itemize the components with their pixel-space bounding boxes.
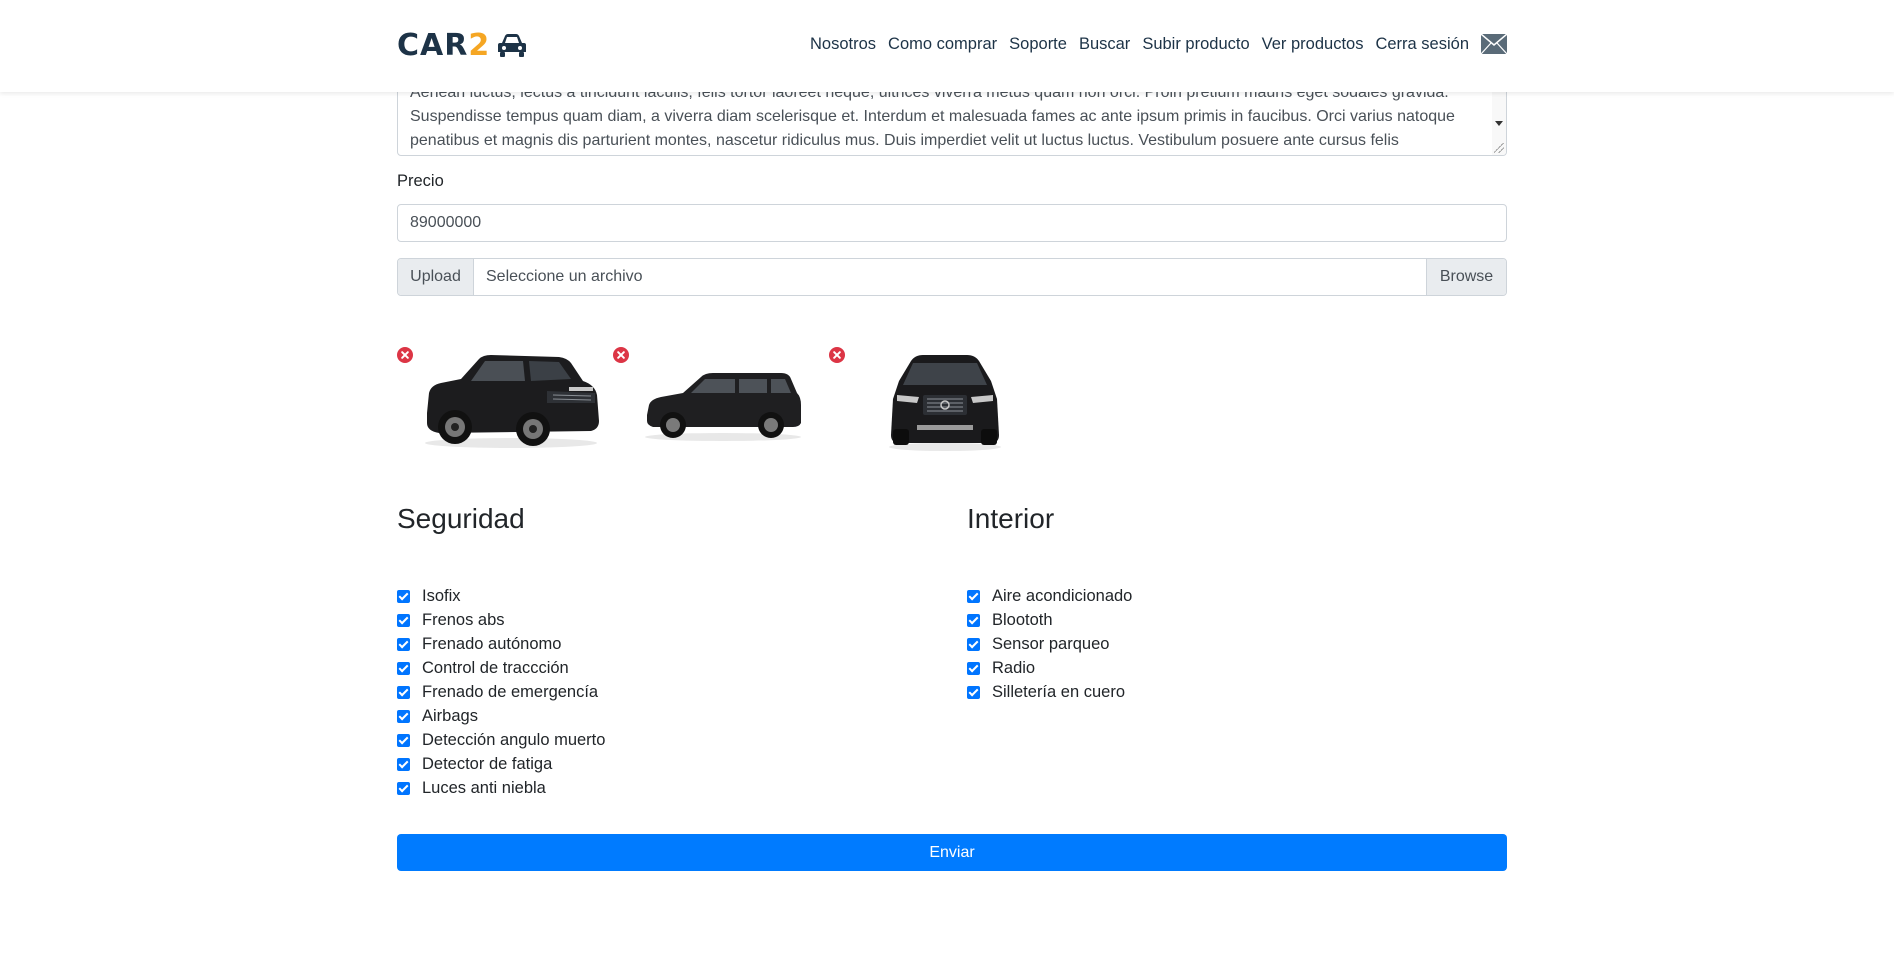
checkbox-label: Detección angulo muerto (422, 730, 606, 749)
car-icon (498, 34, 527, 57)
file-input-label[interactable]: Seleccione un archivo (474, 259, 1426, 295)
checkbox-label: Radio (992, 658, 1036, 677)
checkbox-checked[interactable] (397, 661, 410, 675)
checkbox-checked[interactable] (967, 613, 980, 627)
checkbox-label: Silletería en cuero (992, 682, 1125, 701)
checkbox-item[interactable]: Sensor parqueo (967, 632, 1132, 656)
nav-link-subir-producto[interactable]: Subir producto (1136, 33, 1255, 55)
brand-logo[interactable]: CAR2 (397, 30, 528, 62)
checkbox-checked[interactable] (397, 781, 410, 795)
checkbox-checked[interactable] (397, 589, 410, 603)
nav-link-cerrar-sesion[interactable]: Cerra sesión (1369, 33, 1475, 55)
brand-text-main: CAR (397, 28, 469, 63)
section-title-seguridad: Seguridad (397, 503, 525, 534)
checkbox-item[interactable]: Silletería en cuero (967, 680, 1132, 704)
remove-image-icon[interactable] (829, 347, 845, 363)
checkbox-label: Aire acondicionado (992, 586, 1133, 605)
nav-links: Nosotros Como comprar Soporte Buscar Sub… (804, 33, 1507, 55)
checkbox-checked[interactable] (967, 685, 980, 699)
car-photo-3quarter (425, 355, 599, 448)
description-text: Aenean luctus, lectus a tincidunt iaculi… (410, 84, 1455, 149)
checkbox-checked[interactable] (967, 661, 980, 675)
checkbox-label: Sensor parqueo (992, 634, 1110, 653)
checkbox-label: Frenado de emergencía (422, 682, 599, 701)
checkbox-label: Isofix (422, 586, 461, 605)
seguridad-checklist: Isofix Frenos abs Frenado autónomo Contr… (397, 584, 605, 800)
image-previews (397, 345, 1097, 455)
browse-button[interactable]: Browse (1426, 259, 1506, 295)
submit-button[interactable]: Enviar (397, 834, 1507, 871)
checkbox-checked[interactable] (397, 637, 410, 651)
checkbox-label: Detector de fatiga (422, 754, 553, 773)
checkbox-item[interactable]: Detector de fatiga (397, 752, 605, 776)
checkbox-item[interactable]: Aire acondicionado (967, 584, 1132, 608)
checkbox-item[interactable]: Luces anti niebla (397, 776, 605, 800)
checkbox-label: Airbags (422, 706, 478, 725)
nav-link-nosotros[interactable]: Nosotros (804, 33, 882, 55)
nav-link-como-comprar[interactable]: Como comprar (882, 33, 1003, 55)
nav-link-buscar[interactable]: Buscar (1073, 33, 1136, 55)
nav-link-soporte[interactable]: Soporte (1003, 33, 1073, 55)
price-input[interactable]: 89000000 (397, 204, 1507, 242)
price-label: Precio (397, 172, 444, 190)
checkbox-item[interactable]: Frenos abs (397, 608, 605, 632)
checkbox-item[interactable]: Isofix (397, 584, 605, 608)
checkbox-item[interactable]: Frenado autónomo (397, 632, 605, 656)
car-photo-front (889, 355, 1001, 451)
checkbox-checked[interactable] (397, 613, 410, 627)
remove-image-icon[interactable] (613, 347, 629, 363)
checkbox-item[interactable]: Bloototh (967, 608, 1132, 632)
checkbox-label: Frenos abs (422, 610, 505, 629)
resize-handle-icon[interactable] (1494, 143, 1504, 153)
scroll-down-arrow-icon[interactable] (1495, 121, 1503, 126)
checkbox-label: Frenado autónomo (422, 634, 562, 653)
checkbox-item[interactable]: Radio (967, 656, 1132, 680)
checkbox-checked[interactable] (397, 757, 410, 771)
checkbox-label: Control de traccción (422, 658, 569, 677)
car-photo-side (645, 373, 801, 441)
checkbox-item[interactable]: Control de traccción (397, 656, 605, 680)
interior-checklist: Aire acondicionado Bloototh Sensor parqu… (967, 584, 1132, 704)
section-title-interior: Interior (967, 503, 1055, 534)
mail-icon[interactable] (1481, 34, 1507, 54)
checkbox-checked[interactable] (967, 637, 980, 651)
navbar: CAR2 Nosotros Como comprar Soporte Busca… (0, 0, 1894, 92)
checkbox-item[interactable]: Detección angulo muerto (397, 728, 605, 752)
upload-prepend-label: Upload (398, 259, 474, 295)
checkbox-label: Luces anti niebla (422, 778, 546, 797)
nav-link-ver-productos[interactable]: Ver productos (1256, 33, 1370, 55)
image-preview (829, 345, 1029, 455)
checkbox-checked[interactable] (967, 589, 980, 603)
brand-text-accent: 2 (468, 28, 491, 63)
remove-image-icon[interactable] (397, 347, 413, 363)
checkbox-checked[interactable] (397, 685, 410, 699)
checkbox-item[interactable]: Frenado de emergencía (397, 680, 605, 704)
image-preview (397, 345, 599, 455)
checkbox-label: Bloototh (992, 610, 1053, 629)
checkbox-checked[interactable] (397, 733, 410, 747)
image-preview (613, 345, 813, 455)
brand-wordmark: CAR2 (397, 30, 490, 62)
file-upload-group[interactable]: Upload Seleccione un archivo Browse (397, 258, 1507, 296)
checkbox-checked[interactable] (397, 709, 410, 723)
checkbox-item[interactable]: Airbags (397, 704, 605, 728)
